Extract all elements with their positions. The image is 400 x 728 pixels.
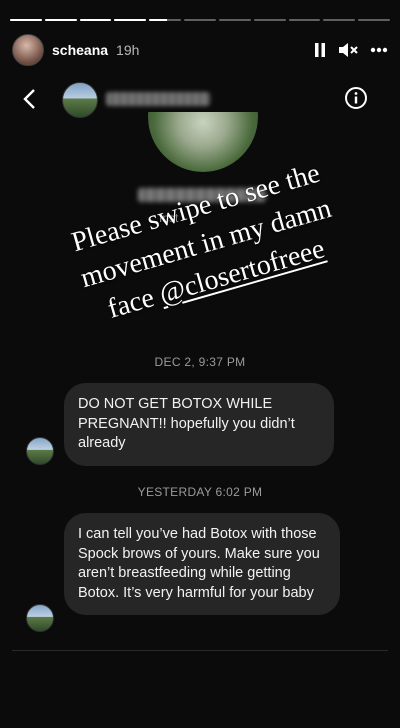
info-icon: [345, 87, 367, 109]
story-progress-segment: [114, 19, 147, 21]
message-avatar[interactable]: [26, 604, 54, 632]
story-progress-segment: [288, 19, 321, 21]
story-progress-segment: [44, 19, 77, 21]
pause-icon: [315, 43, 325, 57]
story-controls: [314, 42, 388, 58]
message-bubble[interactable]: I can tell you’ve had Botox with those S…: [64, 513, 340, 615]
story-progress: [10, 19, 390, 21]
message-avatar[interactable]: [26, 437, 54, 465]
dm-contact-avatar[interactable]: [62, 82, 98, 118]
more-options-button[interactable]: [370, 47, 388, 53]
message-bubble[interactable]: DO NOT GET BOTOX WHILE PREGNANT!! hopefu…: [64, 383, 334, 466]
story-progress-segment: [253, 19, 286, 21]
story-time: 19h: [116, 42, 140, 58]
story-header: scheana 19h: [12, 34, 388, 66]
story-progress-segment: [149, 19, 182, 21]
more-dots-icon: [370, 47, 388, 53]
back-button[interactable]: [22, 88, 36, 115]
pause-button[interactable]: [314, 42, 326, 58]
story-progress-segment: [184, 19, 216, 21]
message-timestamp: YESTERDAY 6:02 PM: [137, 485, 263, 499]
chevron-left-icon: [23, 89, 35, 109]
story-avatar[interactable]: [12, 34, 44, 66]
message-timestamp: DEC 2, 9:37 PM: [154, 355, 246, 369]
dm-contact-name-redacted: [106, 92, 210, 106]
story-progress-segment: [323, 19, 356, 21]
story-progress-segment: [10, 19, 42, 21]
speaker-muted-icon: [339, 43, 358, 57]
divider: [12, 650, 388, 651]
story-progress-segment: [358, 19, 390, 21]
story-progress-segment: [79, 19, 112, 21]
story-progress-segment: [218, 19, 251, 21]
story-username[interactable]: scheana: [52, 42, 108, 58]
mute-button[interactable]: [338, 42, 358, 58]
info-button[interactable]: [344, 86, 368, 115]
